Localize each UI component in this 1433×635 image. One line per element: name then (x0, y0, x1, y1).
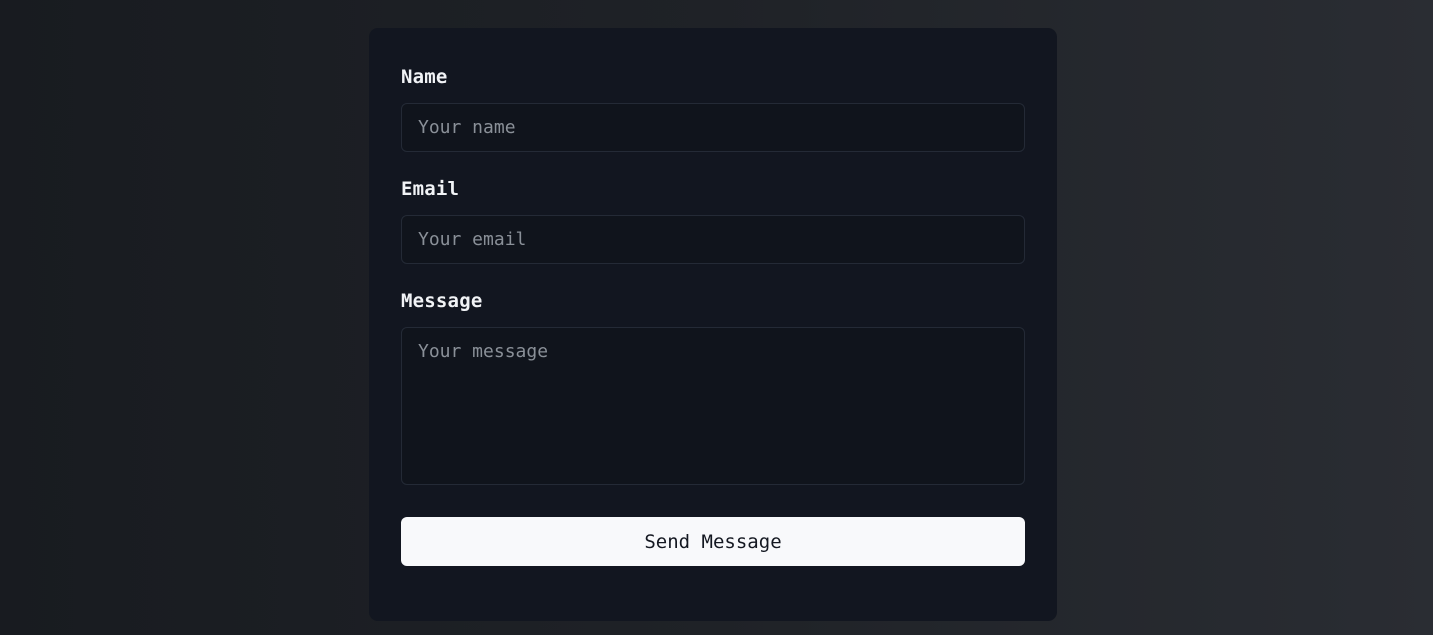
message-field-group: Message (401, 288, 1025, 485)
message-textarea[interactable] (401, 327, 1025, 485)
name-field-group: Name (401, 64, 1025, 152)
name-label: Name (401, 66, 448, 88)
send-message-button[interactable]: Send Message (401, 517, 1025, 566)
contact-form-card: Name Email Message Send Message (369, 28, 1057, 621)
email-label: Email (401, 178, 460, 200)
email-input[interactable] (401, 215, 1025, 264)
message-label: Message (401, 290, 483, 312)
name-input[interactable] (401, 103, 1025, 152)
email-field-group: Email (401, 176, 1025, 264)
